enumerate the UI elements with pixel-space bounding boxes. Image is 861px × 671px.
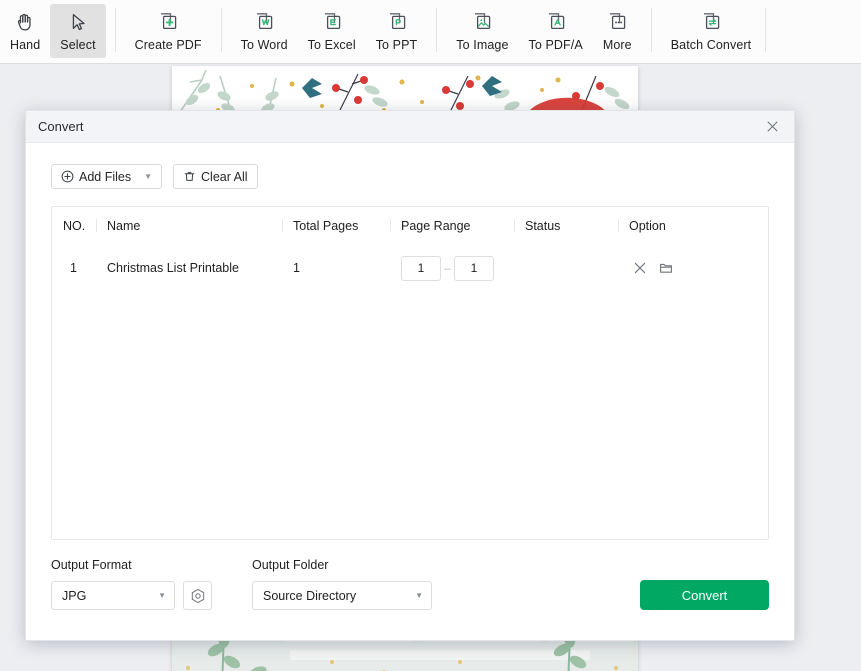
dialog-body: Add Files ▼ Clear All NO. Name Total Pag… — [26, 143, 794, 610]
cursor-icon — [67, 8, 89, 36]
output-folder-select[interactable]: Source Directory ▼ — [252, 581, 432, 610]
toolbar-item-label: To Image — [456, 38, 509, 52]
toolbar-item-label: Select — [60, 38, 96, 52]
toolbar-item-to-word[interactable]: To Word — [231, 4, 298, 58]
more-icon — [605, 8, 629, 36]
output-format-label: Output Format — [51, 558, 132, 572]
trash-icon — [183, 170, 196, 183]
toolbar-item-label: To Word — [240, 38, 288, 52]
toolbar-item-label: Hand — [10, 38, 41, 52]
output-format-select[interactable]: JPG ▼ — [51, 581, 175, 610]
remove-icon[interactable] — [629, 257, 651, 279]
page-range-separator: – — [444, 261, 451, 275]
cell-name: Christmas List Printable — [107, 261, 239, 275]
toolbar-item-create-pdf[interactable]: Create PDF — [125, 4, 212, 58]
column-header-total-pages: Total Pages — [282, 207, 401, 245]
open-folder-icon[interactable] — [655, 257, 677, 279]
toolbar-item-label: Create PDF — [134, 38, 202, 52]
batch-convert-icon — [699, 8, 723, 36]
to-pdfa-icon — [544, 8, 568, 36]
convert-button[interactable]: Convert — [640, 580, 769, 610]
toolbar-item-to-ppt[interactable]: To PPT — [366, 4, 428, 58]
chevron-down-icon[interactable]: ▼ — [144, 172, 152, 181]
column-header-option: Option — [618, 207, 719, 245]
dialog-footer: Output Format JPG ▼ Output Folder Source… — [51, 558, 769, 610]
clear-all-label: Clear All — [201, 169, 248, 184]
dialog-title: Convert — [38, 119, 84, 134]
toolbar-separator — [114, 8, 116, 52]
toolbar-item-label: More — [602, 38, 632, 52]
output-format-value: JPG — [62, 588, 87, 603]
toolbar-item-more[interactable]: More — [593, 4, 642, 58]
output-folder-value: Source Directory — [263, 588, 357, 603]
convert-button-label: Convert — [681, 587, 728, 603]
hand-icon — [14, 8, 36, 36]
cell-option — [629, 257, 719, 279]
main-toolbar: Hand Select Create PDF To Word To Excel … — [0, 0, 861, 64]
toolbar-separator — [220, 8, 222, 52]
page-range-from-input[interactable]: 1 — [401, 255, 441, 281]
chevron-down-icon: ▼ — [415, 590, 423, 600]
toolbar-item-batch-convert[interactable]: Batch Convert — [661, 4, 762, 58]
toolbar-item-label: To Excel — [307, 38, 356, 52]
toolbar-item-label: Batch Convert — [670, 38, 752, 52]
output-settings-button[interactable] — [183, 581, 212, 610]
add-files-label: Add Files — [79, 169, 132, 184]
column-header-name: Name — [96, 207, 293, 245]
toolbar-item-label: To PPT — [375, 38, 418, 52]
page-top-decoration — [172, 66, 638, 116]
output-format-field: Output Format JPG ▼ — [51, 558, 212, 610]
clear-all-button[interactable]: Clear All — [173, 164, 258, 189]
table-row[interactable]: 1 Christmas List Printable 1 1 – 1 — [52, 245, 768, 291]
dialog-title-bar: Convert — [26, 111, 794, 143]
output-folder-field: Output Folder Source Directory ▼ — [252, 558, 432, 610]
toolbar-separator — [436, 8, 438, 52]
toolbar-item-label: To PDF/A — [528, 38, 583, 52]
column-header-no: NO. — [63, 219, 86, 233]
to-excel-icon — [320, 8, 344, 36]
toolbar-item-to-image[interactable]: To Image — [446, 4, 518, 58]
to-ppt-icon — [385, 8, 409, 36]
cell-total-pages: 1 — [293, 261, 300, 275]
output-folder-label: Output Folder — [252, 558, 329, 572]
toolbar-item-select[interactable]: Select — [50, 4, 106, 58]
page-range-to-input[interactable]: 1 — [454, 255, 494, 281]
column-header-page-range: Page Range — [390, 207, 525, 245]
column-header-status: Status — [514, 207, 629, 245]
to-word-icon — [252, 8, 276, 36]
file-actions-row: Add Files ▼ Clear All — [51, 143, 769, 189]
convert-dialog: Convert Add Files ▼ Clear All NO. Name T… — [25, 110, 795, 641]
cell-no: 1 — [70, 261, 77, 275]
to-image-icon — [470, 8, 494, 36]
settings-gear-icon — [190, 588, 206, 604]
toolbar-item-hand[interactable]: Hand — [0, 4, 50, 58]
toolbar-separator — [650, 8, 652, 52]
toolbar-item-to-excel[interactable]: To Excel — [298, 4, 366, 58]
plus-circle-icon — [61, 170, 74, 183]
file-table: NO. Name Total Pages Page Range Status O… — [51, 206, 769, 540]
table-header-row: NO. Name Total Pages Page Range Status O… — [52, 207, 768, 245]
chevron-down-icon: ▼ — [158, 590, 166, 600]
toolbar-separator — [765, 8, 767, 52]
close-icon[interactable] — [760, 116, 784, 138]
toolbar-item-to-pdfa[interactable]: To PDF/A — [519, 4, 593, 58]
add-files-button[interactable]: Add Files ▼ — [51, 164, 163, 189]
create-pdf-icon — [156, 8, 180, 36]
cell-page-range: 1 – 1 — [401, 255, 525, 281]
